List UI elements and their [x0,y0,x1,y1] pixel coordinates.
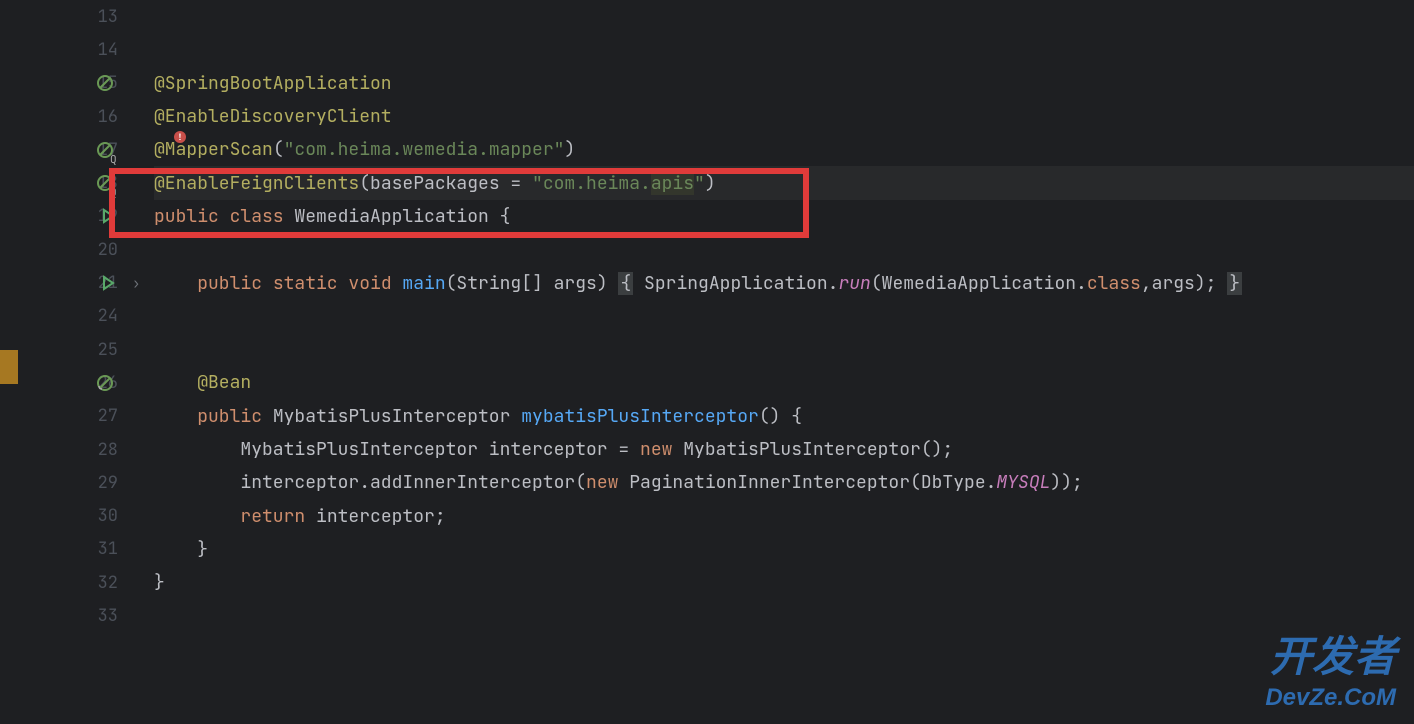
code-line-24[interactable] [154,300,1414,333]
code-line-25[interactable] [154,333,1414,366]
code-line-13[interactable] [154,0,1414,33]
line-number: 27 [98,405,118,427]
highlight-box-annotation [109,168,809,238]
code-line-14[interactable] [154,33,1414,66]
code-line-17[interactable]: ! @MapperScan("com.heima.wemedia.mapper"… [154,133,1414,166]
code-line-20[interactable] [154,233,1414,266]
no-entry-icon[interactable] [96,74,114,92]
code-line-33[interactable] [154,599,1414,632]
line-number: 29 [98,472,118,494]
code-line-29[interactable]: interceptor.addInnerInterceptor(new Pagi… [154,466,1414,499]
line-number: 28 [98,439,118,461]
run-icon[interactable] [100,275,116,291]
code-line-27[interactable]: public MybatisPlusInterceptor mybatisPlu… [154,400,1414,433]
code-line-31[interactable]: } [154,533,1414,566]
code-editor[interactable]: 13 14 15 16 17 Q 18 Q 19 [0,0,1414,724]
line-number: 16 [98,106,118,128]
code-line-15[interactable]: @SpringBootApplication [154,67,1414,100]
line-number: 13 [98,6,118,28]
line-number: 20 [98,239,118,261]
line-number: 14 [98,39,118,61]
code-line-26[interactable]: @Bean [154,366,1414,399]
watermark-line2: DevZe.CoM [1265,684,1396,712]
change-marker [0,350,18,384]
code-line-30[interactable]: return interceptor; [154,499,1414,532]
search-subscript-icon: Q [110,153,117,167]
line-number-gutter[interactable]: 13 14 15 16 17 Q 18 Q 19 [18,0,124,724]
line-number: 30 [98,505,118,527]
line-number: 25 [98,339,118,361]
watermark-line1: 开发者 [1270,623,1396,684]
code-line-32[interactable]: } [154,566,1414,599]
code-area[interactable]: @SpringBootApplication @EnableDiscoveryC… [124,0,1414,724]
left-marker-strip [0,0,18,724]
line-number: 33 [98,605,118,627]
code-line-21[interactable]: public static void main(String[] args) {… [154,266,1414,299]
code-line-16[interactable]: @EnableDiscoveryClient [154,100,1414,133]
line-number: 32 [98,572,118,594]
line-number: 31 [98,538,118,560]
line-number: 24 [98,305,118,327]
code-line-28[interactable]: MybatisPlusInterceptor interceptor = new… [154,433,1414,466]
no-entry-recurse-icon[interactable] [96,374,114,392]
